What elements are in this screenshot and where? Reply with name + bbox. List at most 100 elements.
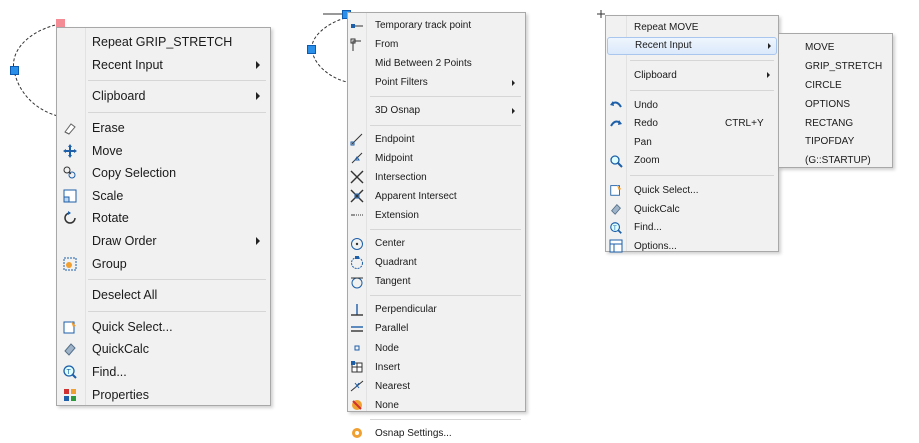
menu-item-node[interactable]: Node	[348, 339, 525, 358]
menu-item-label: Move	[92, 143, 123, 158]
menu-item-label: Group	[92, 256, 127, 271]
menu-item-none[interactable]: None	[348, 396, 525, 415]
menu-item-tangent[interactable]: Tangent	[348, 272, 525, 291]
menu-item-repeat-move[interactable]: Repeat MOVE	[607, 18, 777, 37]
menu-separator	[88, 310, 266, 312]
menu-item-options[interactable]: Options...	[607, 237, 777, 256]
menu-item-perpendicular[interactable]: Perpendicular	[348, 300, 525, 319]
menu-item-undo[interactable]: Undo	[607, 96, 777, 115]
menu-item-label: (G::STARTUP)	[805, 155, 871, 167]
menu-item-grip-stretch[interactable]: GRIP_STRETCH	[779, 57, 892, 76]
menu-item-zoom[interactable]: Zoom	[607, 152, 777, 171]
menu-item-center[interactable]: Center	[348, 234, 525, 253]
menu-item-clipboard[interactable]: Clipboard	[57, 85, 270, 108]
menu-item-pan[interactable]: Pan	[607, 133, 777, 152]
menu-item-point-filters[interactable]: Point Filters	[348, 73, 525, 92]
menu-item-insert[interactable]: Insert	[348, 358, 525, 377]
menu-item-redo[interactable]: Redo CTRL+Y	[607, 114, 777, 133]
menu-item-from[interactable]: From	[348, 35, 525, 54]
menu-item-label: Undo	[634, 99, 658, 111]
menu-item-label: Erase	[92, 121, 125, 136]
menu-item-midpoint[interactable]: Midpoint	[348, 149, 525, 168]
menu-item-nearest[interactable]: Nearest	[348, 377, 525, 396]
menu-item-clipboard[interactable]: Clipboard	[607, 66, 777, 85]
center-icon	[350, 237, 364, 251]
redo-icon	[609, 117, 623, 131]
menu-separator	[88, 111, 266, 113]
options-icon	[609, 239, 623, 253]
svg-text:T: T	[613, 224, 617, 231]
menu-item-move[interactable]: Move	[57, 139, 270, 162]
menu-separator	[88, 80, 266, 82]
menu-item-quickcalc[interactable]: QuickCalc	[607, 200, 777, 219]
menu-item-label: Repeat MOVE	[634, 21, 699, 33]
menu-separator	[88, 279, 266, 280]
menu-item-circle[interactable]: CIRCLE	[779, 76, 892, 95]
menu-item-osnap-settings[interactable]: Osnap Settings...	[348, 424, 525, 443]
menu-item-label: 3D Osnap	[375, 105, 421, 117]
menu-item-find[interactable]: T Find...	[57, 361, 270, 384]
extension-icon	[350, 208, 364, 222]
menu-item-label: None	[375, 399, 399, 411]
rotate-icon	[62, 210, 78, 226]
menu-item-quadrant[interactable]: Quadrant	[348, 253, 525, 272]
recent-input-submenu: MOVE GRIP_STRETCH CIRCLE OPTIONS RECTANG TIPO…	[778, 33, 893, 168]
menu-item-tipofday[interactable]: TIPOFDAY	[779, 133, 892, 152]
menu-item-properties[interactable]: Properties	[57, 383, 270, 406]
menu-item-scale[interactable]: Scale	[57, 185, 270, 208]
menu-item-label: Find...	[634, 222, 662, 234]
menu-item-label: Perpendicular	[375, 304, 437, 316]
menu-item-quick-select[interactable]: Quick Select...	[57, 316, 270, 339]
menu-item-apparent-intersect[interactable]: Apparent Intersect	[348, 187, 525, 206]
menu-item-label: Copy Selection	[92, 166, 177, 181]
submenu-arrow-icon	[256, 237, 260, 246]
osnap-settings-icon	[350, 426, 364, 440]
menu-item-temporary-track-point[interactable]: Temporary track point	[348, 16, 525, 35]
default-context-menu: Repeat MOVE Recent Input Clipboard Undo Redo…	[605, 15, 779, 253]
osnap-context-menu: Temporary track point From Mid Between 2 P…	[347, 12, 526, 439]
submenu-arrow-icon	[256, 92, 260, 101]
quadrant-icon	[350, 255, 364, 270]
temporary-track-point-icon	[350, 19, 364, 33]
menu-item-label: MOVE	[805, 41, 835, 53]
menu-item-quick-select[interactable]: Quick Select...	[607, 181, 777, 200]
menu-item-g-startup[interactable]: (G::STARTUP)	[779, 151, 892, 170]
menu-item-label: TIPOFDAY	[805, 136, 855, 148]
menu-item-options[interactable]: OPTIONS	[779, 95, 892, 114]
menu-item-label: Options...	[634, 240, 677, 252]
svg-text:T: T	[67, 369, 72, 376]
menu-item-extension[interactable]: Extension	[348, 206, 525, 225]
menu-item-intersection[interactable]: Intersection	[348, 168, 525, 187]
menu-item-rectang[interactable]: RECTANG	[779, 114, 892, 133]
submenu-arrow-icon	[512, 107, 515, 114]
menu-item-label: Deselect All	[92, 288, 158, 303]
menu-item-rotate[interactable]: Rotate	[57, 207, 270, 230]
menu-item-deselect-all[interactable]: Deselect All	[57, 284, 270, 307]
perpendicular-icon	[350, 303, 364, 317]
menu-item-find[interactable]: T Find...	[607, 218, 777, 237]
from-icon	[350, 38, 364, 52]
menu-item-recent-input[interactable]: Recent Input	[57, 54, 270, 77]
grip-left[interactable]	[10, 66, 19, 75]
menu-item-group[interactable]: Group	[57, 252, 270, 275]
menu-separator	[370, 295, 521, 297]
menu-item-label: Quick Select...	[634, 184, 699, 196]
menu-item-move[interactable]: MOVE	[779, 38, 892, 57]
quick-select-icon	[62, 319, 78, 335]
menu-item-draw-order[interactable]: Draw Order	[57, 230, 270, 253]
menu-item-3d-osnap[interactable]: 3D Osnap	[348, 101, 525, 120]
move-icon	[62, 143, 78, 159]
menu-item-copy-selection[interactable]: Copy Selection	[57, 162, 270, 185]
menu-item-recent-input[interactable]: Recent Input	[607, 36, 777, 56]
grip-middle-left[interactable]	[307, 45, 316, 54]
nearest-icon	[350, 379, 364, 393]
menu-item-repeat-grip-stretch[interactable]: Repeat GRIP_STRETCH	[57, 31, 270, 54]
menu-separator	[370, 96, 521, 98]
menu-item-label: Tangent	[375, 276, 411, 288]
menu-item-parallel[interactable]: Parallel	[348, 319, 525, 338]
menu-item-erase[interactable]: Erase	[57, 117, 270, 140]
menu-item-mid-between-2-points[interactable]: Mid Between 2 Points	[348, 54, 525, 73]
submenu-arrow-icon	[512, 79, 515, 86]
menu-item-quickcalc[interactable]: QuickCalc	[57, 338, 270, 361]
menu-item-endpoint[interactable]: Endpoint	[348, 130, 525, 149]
